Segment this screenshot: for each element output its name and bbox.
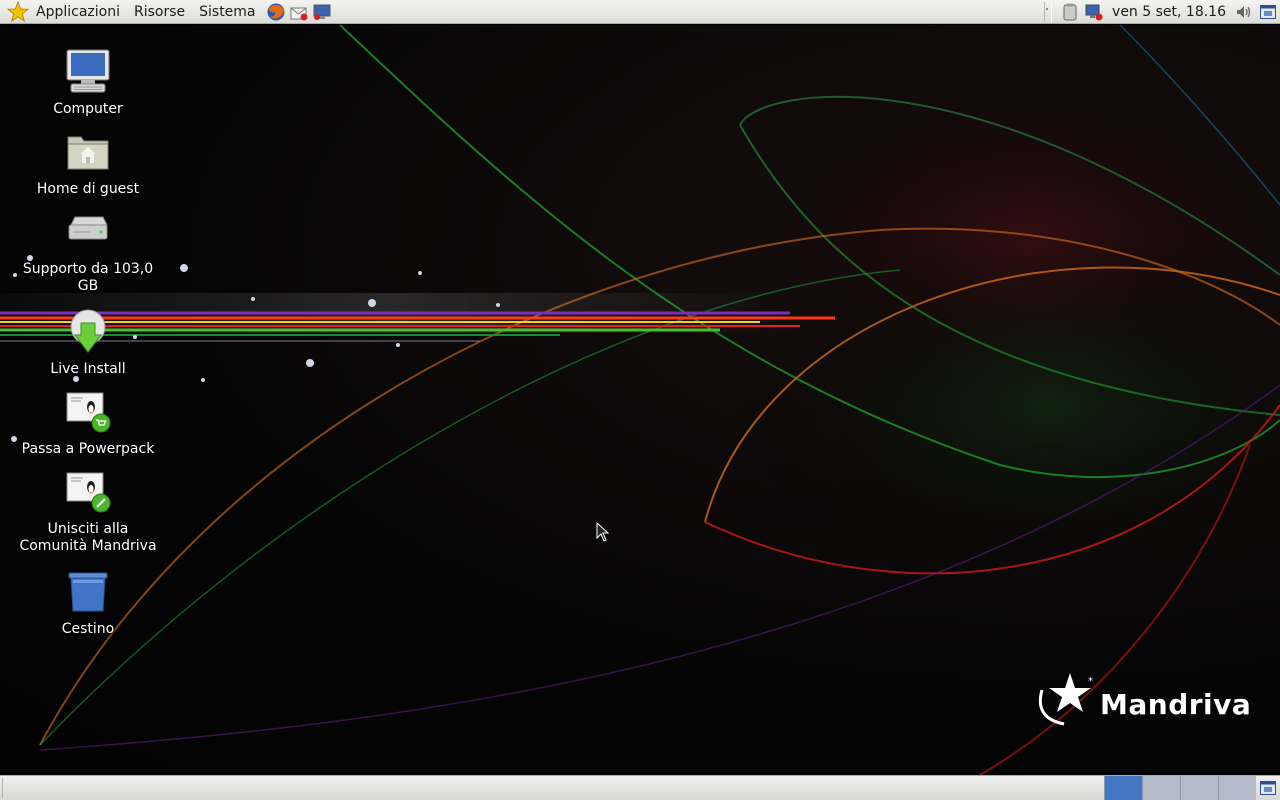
mandriva-star-icon: * (1038, 673, 1093, 726)
mouse-cursor-icon (596, 522, 610, 542)
workspace-1[interactable] (1104, 776, 1142, 800)
network-tray-icon[interactable] (1085, 3, 1103, 21)
desktop-icon-home[interactable]: Home di guest (8, 127, 168, 205)
clipboard-tray-icon[interactable] (1061, 3, 1079, 21)
clock[interactable]: ven 5 set, 18.16 (1106, 4, 1232, 20)
trash-icon (63, 567, 113, 617)
mandriva-logo-text: Mandriva (1100, 688, 1252, 721)
desktop-icon-label: Unisciti alla Comunità Mandriva (19, 521, 157, 554)
desktop-icon-label: Passa a Powerpack (21, 441, 155, 457)
desktop-icon-computer[interactable]: Computer (8, 47, 168, 125)
wallpaper (0, 25, 1280, 775)
workspace-3[interactable] (1180, 776, 1218, 800)
panel-handle[interactable] (2, 778, 9, 798)
desktop-icon-trash[interactable]: Cestino (8, 567, 168, 645)
volume-icon[interactable] (1235, 3, 1253, 21)
desktop-icon-label: Supporto da 103,0 GB (22, 261, 154, 294)
mandriva-logo: * Mandriva (1036, 670, 1251, 750)
desktop-launcher-icon[interactable] (312, 2, 332, 22)
firefox-launcher-icon[interactable] (266, 2, 286, 22)
computer-icon (63, 47, 113, 97)
desktop-icon-live-install[interactable]: Live Install (8, 307, 168, 385)
menu-risorse[interactable]: Risorse (127, 0, 192, 24)
mail-launcher-icon[interactable] (289, 2, 309, 22)
panel-handle[interactable] (1044, 1, 1053, 22)
workspace-switcher (1104, 776, 1256, 800)
menu-sistema[interactable]: Sistema (192, 0, 262, 24)
desktop[interactable]: Computer Home di guest Supporto da 103,0… (0, 25, 1280, 775)
top-panel: Applicazioni Risorse Sistema ven 5 set, … (0, 0, 1280, 24)
window-list[interactable] (9, 776, 1104, 800)
notification-area: ven 5 set, 18.16 (1044, 0, 1280, 24)
powerpack-icon (63, 387, 113, 437)
live-install-icon (63, 307, 113, 357)
show-desktop-icon[interactable] (1258, 778, 1278, 798)
desktop-icon-label: Live Install (50, 361, 126, 377)
main-menu-star-icon[interactable] (7, 0, 29, 23)
community-icon (63, 467, 113, 517)
home-folder-icon (63, 127, 113, 177)
window-selector-icon[interactable] (1259, 3, 1277, 21)
workspace-4[interactable] (1218, 776, 1256, 800)
desktop-icon-powerpack[interactable]: Passa a Powerpack (8, 387, 168, 465)
desktop-icon-drive[interactable]: Supporto da 103,0 GB (8, 207, 168, 294)
desktop-icon-label: Home di guest (36, 181, 140, 197)
bottom-panel (0, 775, 1280, 800)
hard-drive-icon (63, 207, 113, 257)
desktop-icon-label: Computer (53, 101, 123, 117)
desktop-icon-community[interactable]: Unisciti alla Comunità Mandriva (8, 467, 168, 554)
menu-applicazioni[interactable]: Applicazioni (29, 0, 127, 24)
workspace-2[interactable] (1142, 776, 1180, 800)
svg-text:*: * (1088, 676, 1093, 687)
desktop-icon-label: Cestino (61, 621, 115, 637)
